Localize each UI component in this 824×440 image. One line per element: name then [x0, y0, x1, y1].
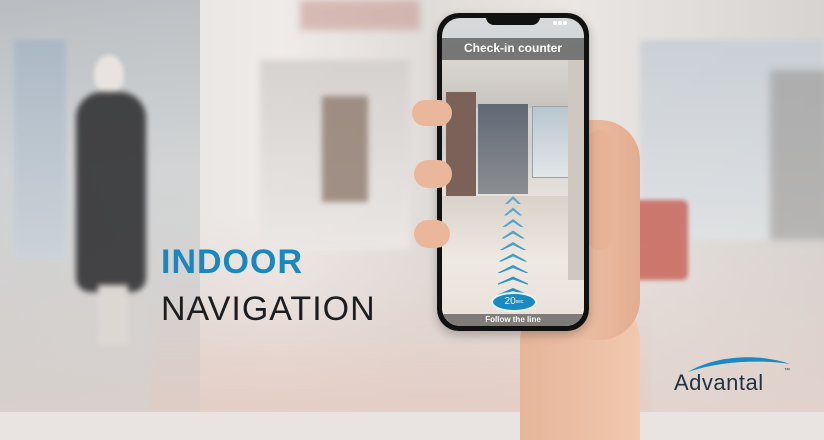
ar-path-arrows	[498, 196, 528, 296]
ceiling-sign-blur	[300, 0, 420, 30]
ar-arrow-chevron	[498, 265, 528, 273]
destination-title: Check-in counter	[463, 41, 562, 55]
camera-shelf	[478, 104, 528, 194]
headline: INDOOR NAVIGATION	[161, 243, 376, 331]
logo-trademark: ™	[784, 368, 790, 374]
hand-finger-3	[414, 220, 450, 248]
hand-thumb	[588, 130, 612, 250]
ar-arrow-chevron	[498, 276, 528, 285]
mannequin-legs	[98, 285, 128, 345]
ar-arrow-chevron	[501, 230, 525, 239]
camera-right-wall	[568, 60, 584, 280]
hand-finger-2	[414, 160, 452, 188]
phone-screen: Check-in counter 20sec Follow the line	[442, 18, 584, 326]
signal-icon	[552, 21, 572, 26]
mannequin	[76, 92, 146, 292]
center-door	[322, 96, 368, 202]
headline-indoor: INDOOR	[161, 243, 303, 281]
ar-arrow-chevron	[498, 253, 528, 262]
eta-timer-badge: 20sec	[491, 292, 537, 312]
advantal-logo: Advantal ™	[672, 352, 796, 402]
smartphone: Check-in counter 20sec Follow the line	[437, 13, 589, 331]
ar-arrow-chevron	[502, 219, 524, 227]
right-shelving	[770, 70, 824, 240]
left-window	[14, 40, 66, 260]
headline-navigation: NAVIGATION	[161, 290, 376, 328]
logo-wordmark: Advantal	[674, 370, 764, 395]
follow-line-instruction: Follow the line	[485, 315, 541, 324]
hand-finger-1	[412, 100, 452, 126]
background-scene	[0, 0, 824, 412]
eta-timer-unit: sec	[515, 299, 524, 305]
ar-arrow-chevron	[505, 196, 521, 204]
ar-arrow-chevron	[503, 207, 523, 216]
ar-arrow-chevron	[499, 242, 527, 250]
phone-notch	[486, 15, 540, 25]
eta-timer-value: 20	[504, 296, 516, 307]
mannequin-head	[94, 55, 124, 95]
